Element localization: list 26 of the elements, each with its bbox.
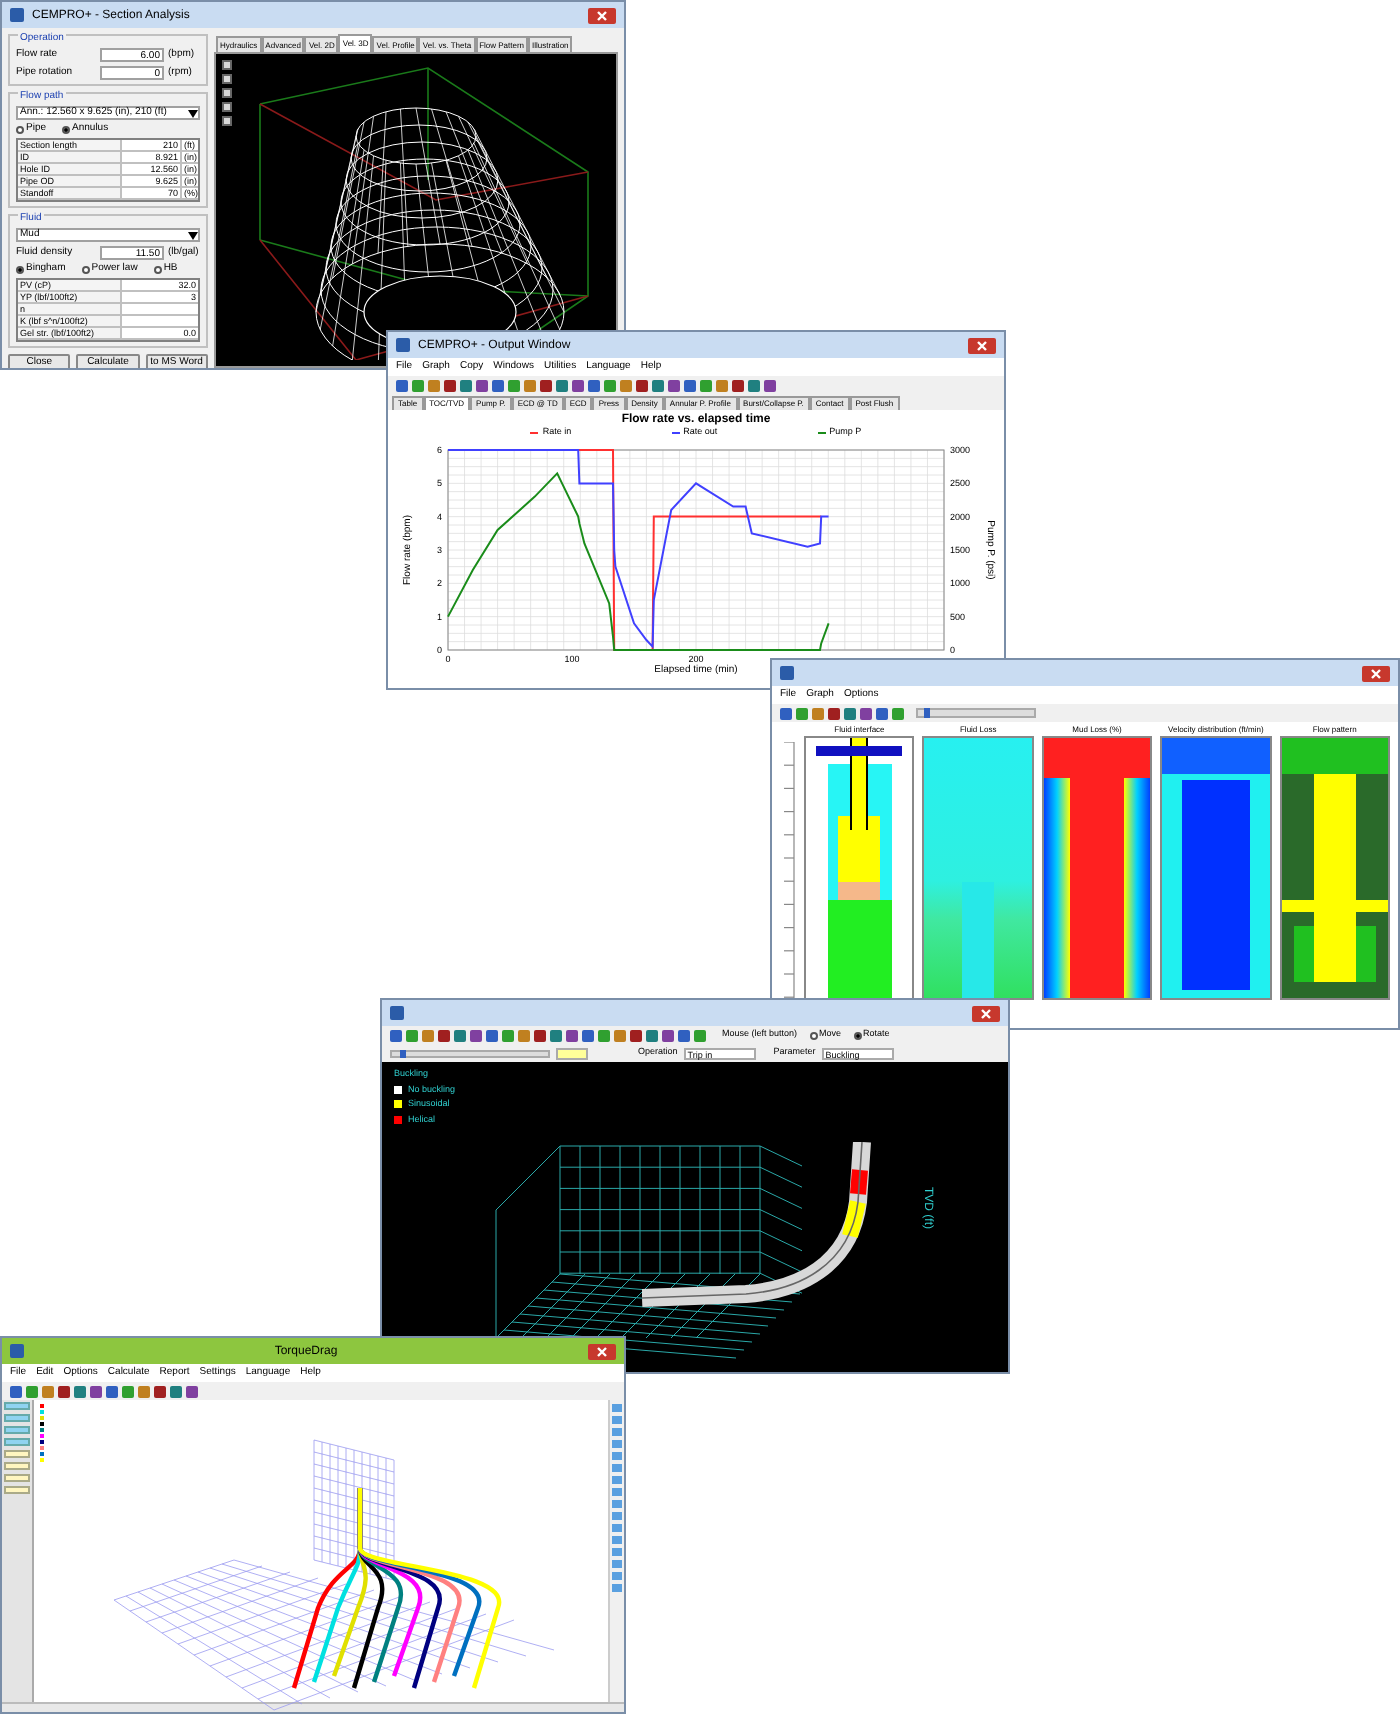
close-button[interactable] — [588, 1343, 616, 1359]
close-icon — [596, 1345, 608, 1357]
slider-thumb[interactable] — [399, 1049, 406, 1057]
app-icon — [10, 1344, 24, 1358]
close-icon — [596, 9, 608, 21]
close-button[interactable] — [968, 337, 996, 353]
progress-slider[interactable] — [916, 708, 1036, 718]
input-field[interactable] — [556, 1047, 588, 1059]
caret-icon — [188, 231, 198, 239]
close-icon — [980, 1007, 992, 1019]
app-icon — [390, 1006, 404, 1020]
app-icon — [780, 666, 794, 680]
side-button[interactable] — [4, 1462, 30, 1470]
slider-thumb[interactable] — [923, 708, 930, 718]
app-icon — [10, 8, 24, 22]
close-button[interactable] — [1362, 665, 1390, 681]
caret-icon — [188, 109, 198, 117]
app-icon — [396, 338, 410, 352]
close-button[interactable] — [588, 7, 616, 23]
close-icon — [1370, 667, 1382, 679]
close-icon — [976, 339, 988, 351]
side-button[interactable] — [4, 1474, 30, 1482]
time-slider[interactable] — [390, 1049, 550, 1057]
side-button[interactable] — [4, 1450, 30, 1458]
side-button[interactable] — [4, 1486, 30, 1494]
close-button[interactable] — [972, 1005, 1000, 1021]
